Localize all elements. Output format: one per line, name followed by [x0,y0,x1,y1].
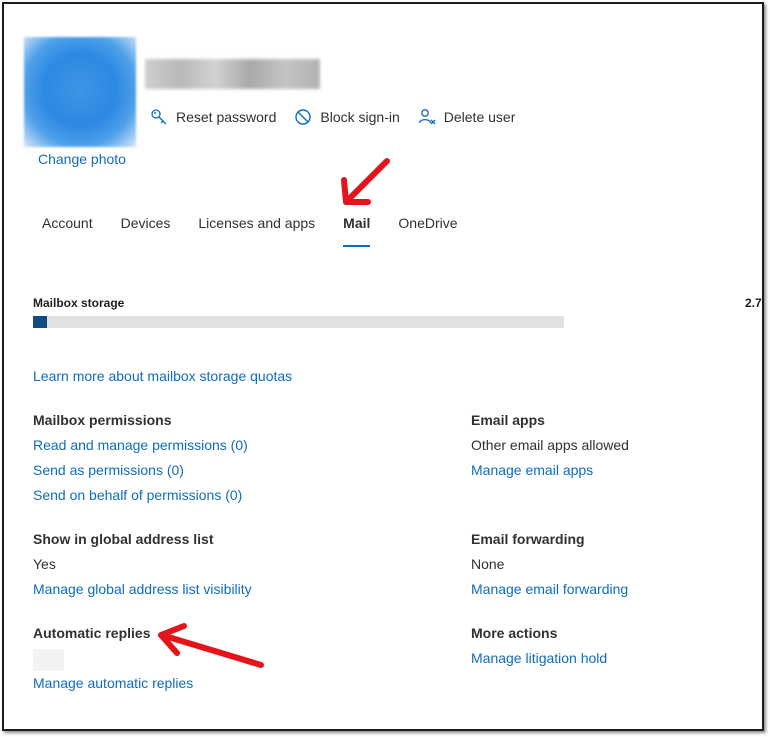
avatar [24,37,136,147]
user-details-panel: Change photo Reset password Block sign-i… [2,2,764,731]
delete-user-button[interactable]: Delete user [418,108,516,126]
delete-user-label: Delete user [443,109,516,125]
email-forwarding-value: None [471,556,505,572]
annotation-arrow-mail-tab [341,158,390,205]
mailbox-permissions-title: Mailbox permissions [33,412,172,428]
block-sign-in-label: Block sign-in [320,109,400,125]
more-actions-title: More actions [471,625,558,641]
manage-automatic-replies-link[interactable]: Manage automatic replies [33,675,193,691]
reset-password-label: Reset password [176,109,277,125]
automatic-replies-title: Automatic replies [33,625,151,641]
mailbox-storage-bar [33,316,564,328]
tab-account[interactable]: Account [42,215,93,241]
mailbox-storage-label: Mailbox storage [33,296,125,310]
manage-email-apps-link[interactable]: Manage email apps [471,462,593,478]
block-icon [295,109,312,125]
annotation-arrow-automatic-replies [158,623,264,668]
global-address-list-value: Yes [33,556,56,572]
tab-devices[interactable]: Devices [121,215,171,241]
tab-bar: Account Devices Licenses and apps Mail O… [42,215,458,247]
manage-global-address-list-link[interactable]: Manage global address list visibility [33,581,252,597]
global-address-list-title: Show in global address list [33,531,214,547]
reset-password-button[interactable]: Reset password [150,108,276,126]
email-apps-title: Email apps [471,412,545,428]
email-forwarding-title: Email forwarding [471,531,585,547]
tab-licenses-and-apps[interactable]: Licenses and apps [198,215,315,241]
mailbox-storage-value: 2.76 [745,296,762,310]
tab-onedrive[interactable]: OneDrive [398,215,457,241]
key-icon [151,109,167,125]
mailbox-storage-fill [33,316,47,328]
block-sign-in-button[interactable]: Block sign-in [294,108,400,126]
manage-litigation-hold-link[interactable]: Manage litigation hold [471,650,607,666]
automatic-replies-status-placeholder [33,649,64,671]
read-manage-permissions-link[interactable]: Read and manage permissions (0) [33,437,248,453]
send-on-behalf-permissions-link[interactable]: Send on behalf of permissions (0) [33,487,242,503]
email-apps-value: Other email apps allowed [471,437,629,453]
tab-mail[interactable]: Mail [343,215,371,247]
change-photo-link[interactable]: Change photo [38,151,126,167]
delete-user-icon [418,109,436,125]
send-as-permissions-link[interactable]: Send as permissions (0) [33,462,184,478]
user-actions-toolbar: Reset password Block sign-in Delete user [150,108,515,126]
user-name-redacted [145,59,320,89]
manage-email-forwarding-link[interactable]: Manage email forwarding [471,581,628,597]
learn-more-storage-link[interactable]: Learn more about mailbox storage quotas [33,368,292,384]
